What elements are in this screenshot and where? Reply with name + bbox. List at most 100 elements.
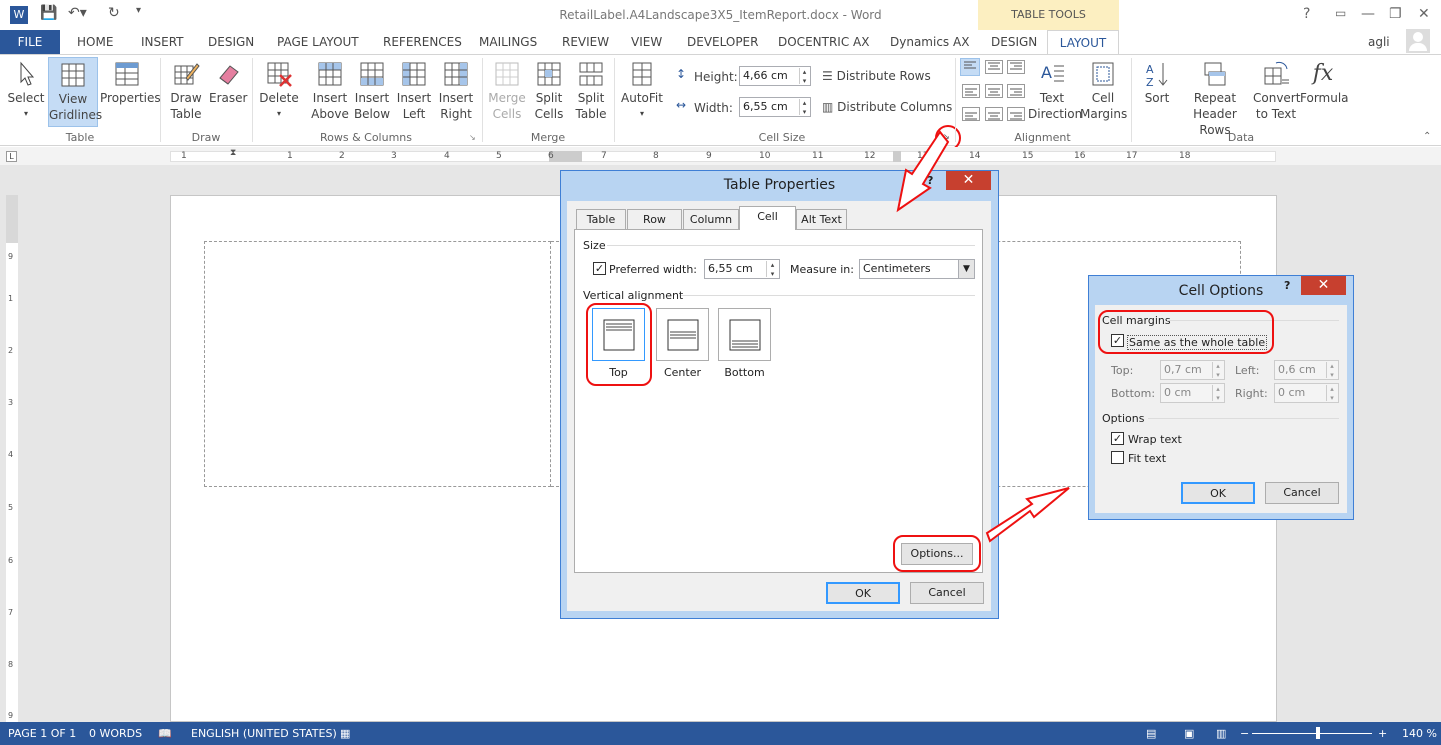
cell-options-help[interactable]: ? [1284, 279, 1290, 292]
repeat-header-rows-button[interactable]: Repeat Header Rows [1179, 60, 1251, 138]
formula-button[interactable]: fx Formula [1300, 60, 1349, 106]
tab-review[interactable]: REVIEW [562, 30, 609, 54]
top-margin-input[interactable]: 0,7 cm ▴ ▾ [1160, 360, 1225, 380]
tab-mailings[interactable]: MAILINGS [479, 30, 537, 54]
table-properties-ok[interactable]: OK [826, 582, 900, 604]
fit-text-checkbox[interactable] [1111, 451, 1124, 464]
insert-right-button[interactable]: Insert Right [437, 60, 475, 122]
align-top-center-icon[interactable] [985, 60, 1003, 74]
avatar[interactable] [1406, 29, 1430, 53]
wrap-text-checkbox[interactable]: ✓ [1111, 432, 1124, 445]
zoom-out-icon[interactable]: − [1240, 727, 1249, 740]
align-center-icon[interactable] [985, 84, 1003, 98]
text-direction-button[interactable]: A Text Direction [1028, 60, 1082, 122]
bottom-margin-input[interactable]: 0 cm ▴ ▾ [1160, 383, 1225, 403]
sort-button[interactable]: AZ Sort [1140, 60, 1174, 106]
distribute-columns-button[interactable]: ▥ Distribute Columns [822, 99, 952, 115]
tab-selector-icon[interactable]: L [6, 151, 17, 162]
insert-above-button[interactable]: Insert Above [311, 60, 349, 122]
tab-column[interactable]: Column [683, 209, 739, 229]
table-cell[interactable] [204, 241, 551, 487]
collapse-ribbon-icon[interactable]: ⌃ [1423, 131, 1431, 142]
convert-to-text-button[interactable]: Convert to Text [1253, 60, 1300, 122]
cell-options-ok[interactable]: OK [1181, 482, 1255, 504]
align-bottom-right-icon[interactable] [1007, 107, 1025, 121]
tab-design[interactable]: DESIGN [208, 30, 254, 54]
delete-button[interactable]: Delete ▾ [259, 60, 299, 122]
preferred-width-checkbox[interactable]: ✓ [593, 262, 606, 275]
ribbon-options-icon[interactable]: ▭ [1335, 6, 1346, 20]
undo-icon[interactable]: ↶▾ [68, 5, 87, 25]
height-input[interactable]: 4,66 cm ▴ ▾ [739, 66, 811, 86]
properties-button[interactable]: Properties [100, 60, 161, 106]
split-cells-button[interactable]: Split Cells [530, 60, 568, 122]
user-name[interactable]: agli [1368, 35, 1390, 49]
language[interactable]: ENGLISH (UNITED STATES) [191, 727, 337, 740]
tab-alt-text[interactable]: Alt Text [796, 209, 847, 229]
autofit-button[interactable]: AutoFit ▾ [620, 60, 664, 122]
cell-options-cancel[interactable]: Cancel [1265, 482, 1339, 504]
web-layout-icon[interactable]: ▥ [1216, 727, 1226, 740]
page-count[interactable]: PAGE 1 OF 1 [8, 727, 76, 740]
close-button[interactable]: ✕ [1418, 6, 1430, 22]
save-icon[interactable]: 💾 [40, 5, 57, 25]
read-mode-icon[interactable]: ▤ [1146, 727, 1156, 740]
qat-customize-icon[interactable]: ▾ [136, 5, 141, 25]
table-properties-cancel[interactable]: Cancel [910, 582, 984, 604]
draw-table-button[interactable]: Draw Table [167, 60, 205, 122]
tab-dynamics-ax[interactable]: Dynamics AX [890, 30, 969, 54]
align-center-option[interactable] [656, 308, 709, 361]
tab-file[interactable]: FILE [0, 30, 60, 54]
horizontal-ruler[interactable] [170, 151, 1276, 162]
print-layout-icon[interactable]: ▣ [1184, 727, 1194, 740]
tab-table[interactable]: Table [576, 209, 626, 229]
zoom-slider[interactable] [1252, 733, 1372, 734]
align-top-right-icon[interactable] [1007, 60, 1025, 74]
insert-left-button[interactable]: Insert Left [395, 60, 433, 122]
proofing-icon[interactable]: 📖 [158, 727, 172, 740]
tab-references[interactable]: REFERENCES [383, 30, 462, 54]
table-properties-close[interactable]: ✕ [946, 171, 991, 190]
word-count[interactable]: 0 WORDS [89, 727, 142, 740]
align-center-left-icon[interactable] [962, 84, 980, 98]
tab-table-design[interactable]: DESIGN [991, 30, 1037, 54]
eraser-button[interactable]: Eraser [209, 60, 247, 106]
tab-cell[interactable]: Cell [739, 206, 796, 230]
tab-home[interactable]: HOME [77, 30, 113, 54]
measure-in-select[interactable]: Centimeters ▼ [859, 259, 975, 279]
zoom-slider-thumb[interactable] [1316, 727, 1320, 739]
select-button[interactable]: Select ▾ [5, 60, 47, 122]
cell-margins-button[interactable]: Cell Margins [1080, 60, 1127, 122]
align-bottom-left-icon[interactable] [962, 107, 980, 121]
split-table-button[interactable]: Split Table [572, 60, 610, 122]
macro-icon[interactable]: ▦ [340, 727, 350, 740]
align-bottom-option[interactable] [718, 308, 771, 361]
preferred-width-input[interactable]: 6,55 cm ▴ ▾ [704, 259, 780, 279]
insert-below-button[interactable]: Insert Below [353, 60, 391, 122]
dialog-launcher-icon[interactable]: ↘ [469, 133, 476, 142]
zoom-level[interactable]: 140 % [1402, 727, 1437, 740]
cell-options-close[interactable]: ✕ [1301, 276, 1346, 295]
width-input[interactable]: 6,55 cm ▴ ▾ [739, 97, 811, 117]
view-gridlines-button[interactable]: View Gridlines [48, 57, 102, 127]
zoom-in-icon[interactable]: + [1378, 727, 1387, 740]
restore-button[interactable]: ❐ [1389, 6, 1402, 22]
tab-insert[interactable]: INSERT [141, 30, 184, 54]
right-margin-input[interactable]: 0 cm ▴ ▾ [1274, 383, 1339, 403]
tab-row[interactable]: Row [627, 209, 682, 229]
tab-view[interactable]: VIEW [631, 30, 662, 54]
align-bottom-center-icon[interactable] [985, 107, 1003, 121]
align-center-right-icon[interactable] [1007, 84, 1025, 98]
indent-marker-icon[interactable]: ⧗ [230, 148, 236, 158]
tab-developer[interactable]: DEVELOPER [687, 30, 758, 54]
tab-docentric[interactable]: DOCENTRIC AX [778, 30, 869, 54]
merge-cells-button[interactable]: Merge Cells [487, 60, 527, 122]
redo-icon[interactable]: ↻ [108, 5, 120, 25]
minimize-button[interactable]: — [1361, 6, 1375, 22]
group-label-table: Table [65, 131, 95, 144]
tab-page-layout[interactable]: PAGE LAYOUT [277, 30, 359, 54]
tab-layout[interactable]: LAYOUT [1047, 30, 1119, 54]
distribute-rows-button[interactable]: ☰ Distribute Rows [822, 68, 931, 84]
help-button[interactable]: ? [1303, 6, 1310, 22]
left-margin-input[interactable]: 0,6 cm ▴ ▾ [1274, 360, 1339, 380]
